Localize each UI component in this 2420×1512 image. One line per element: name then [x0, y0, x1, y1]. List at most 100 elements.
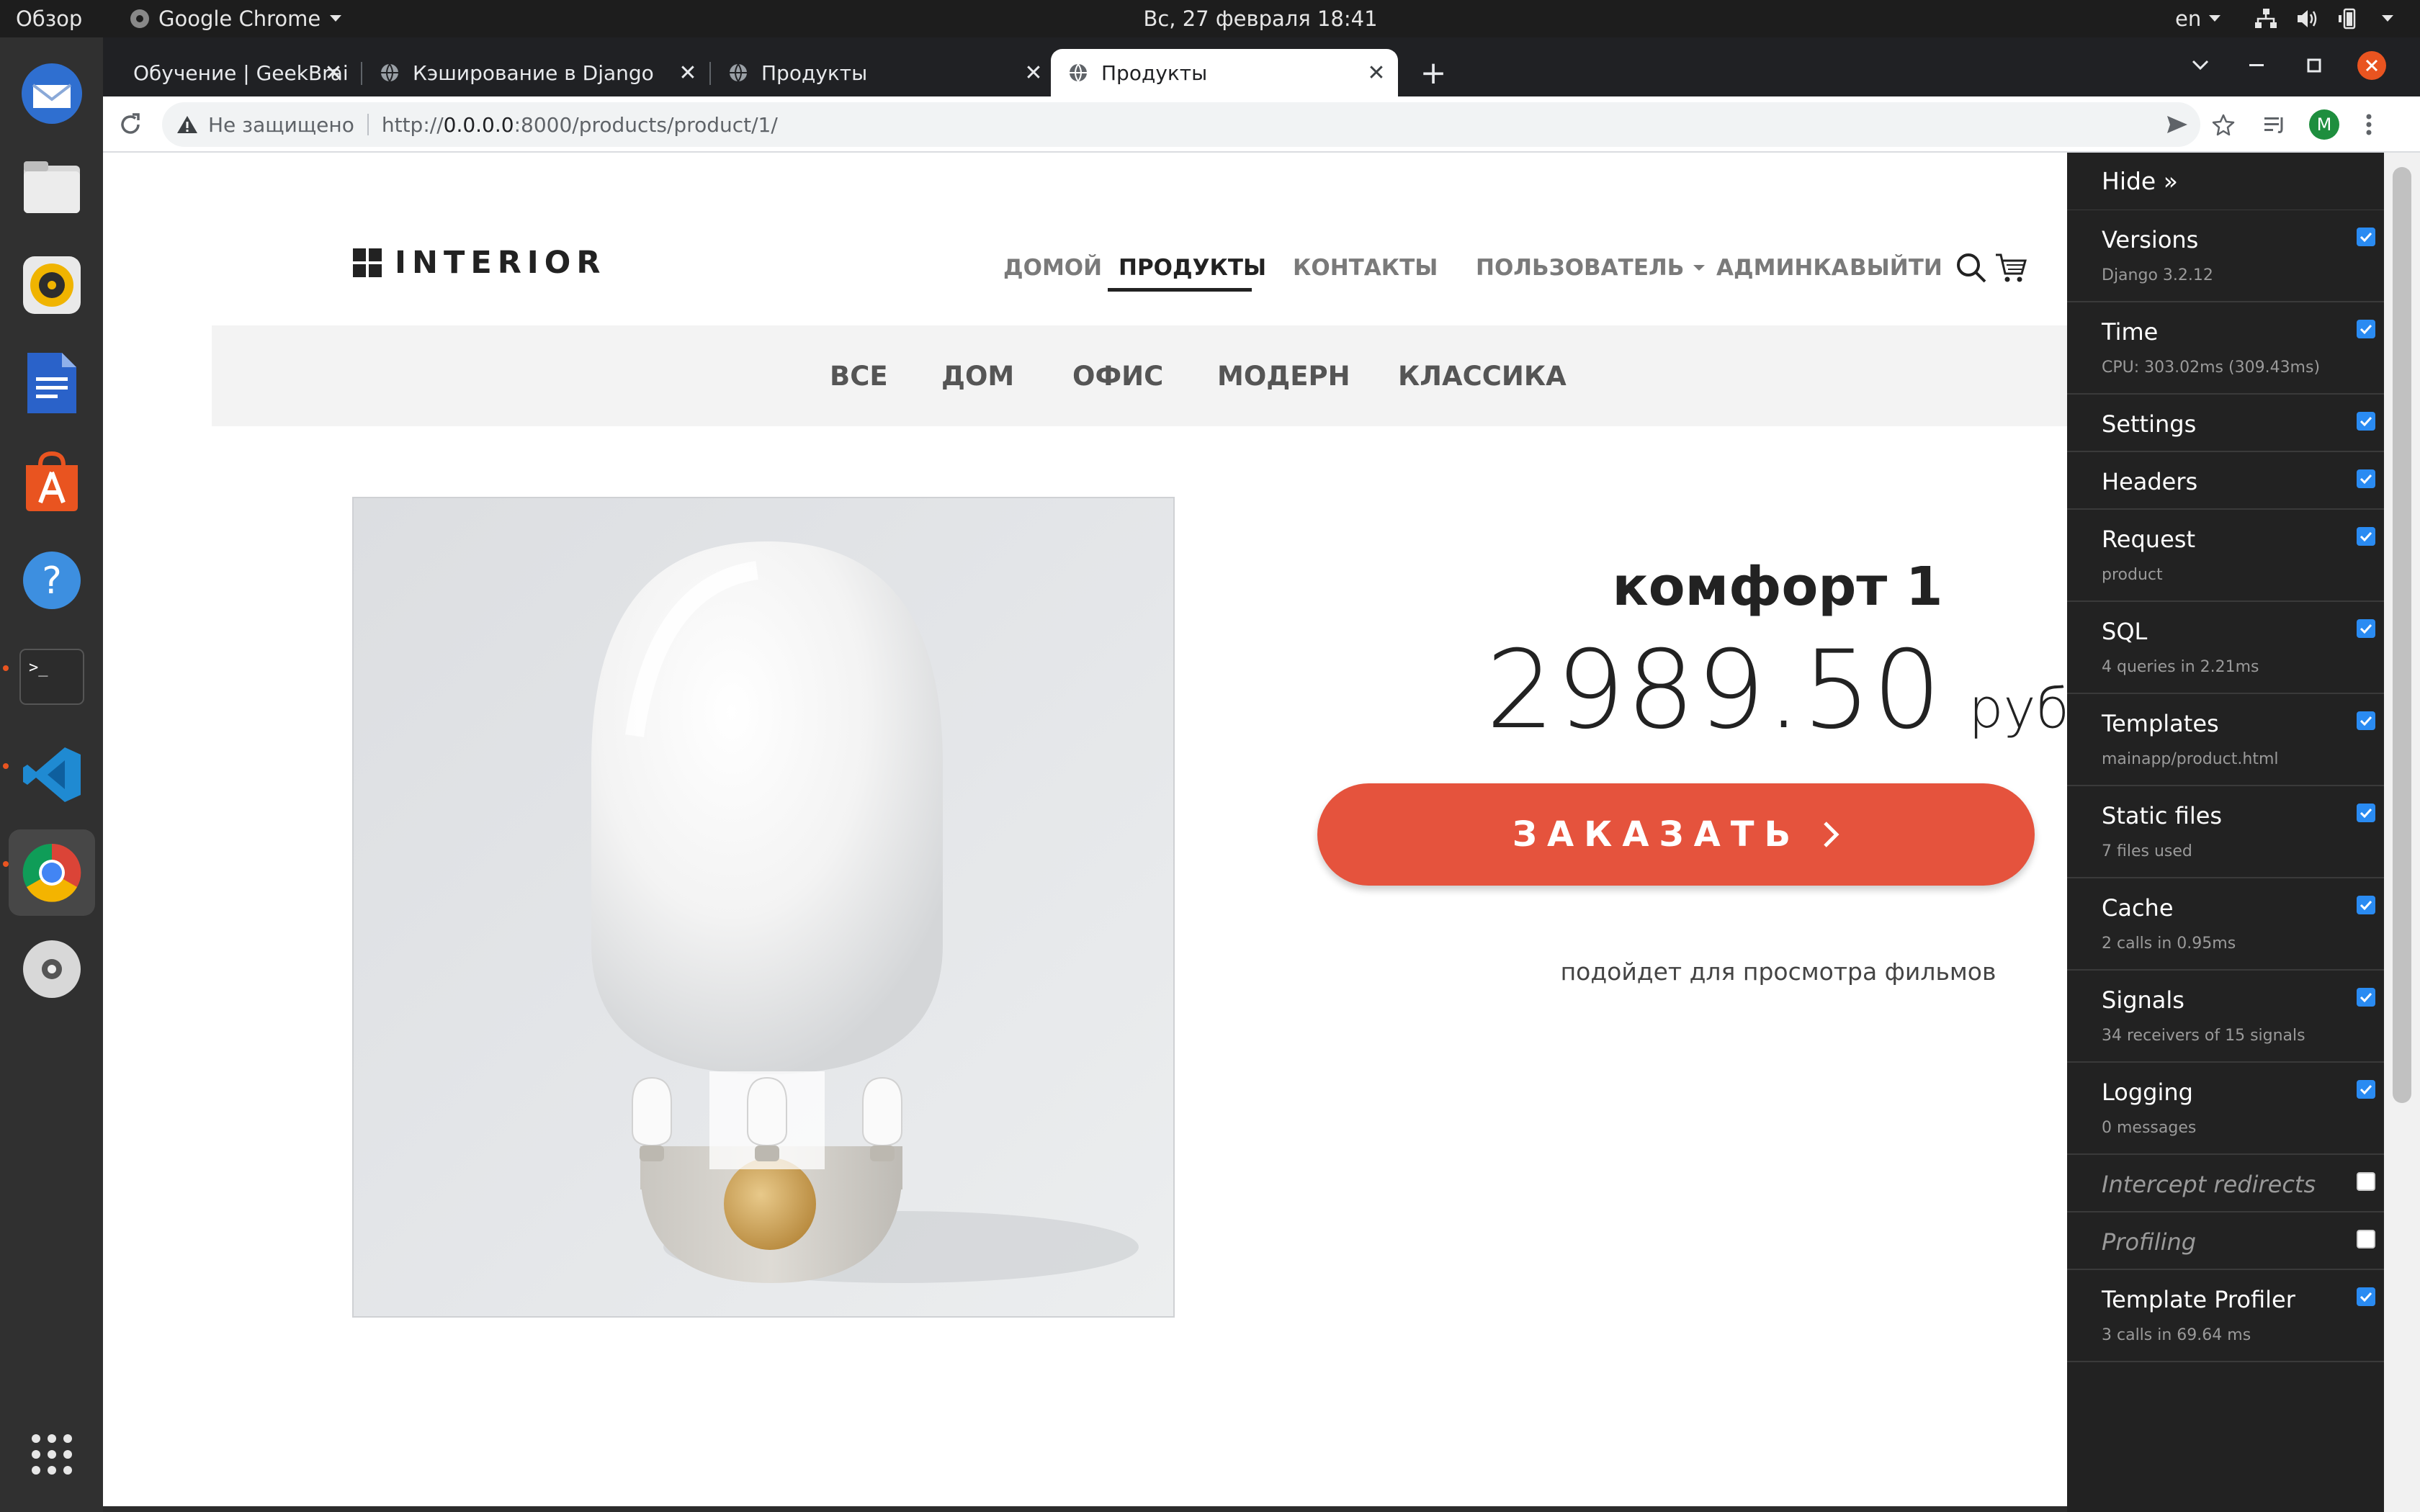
- close-window-button[interactable]: [2355, 49, 2388, 82]
- cart-icon: [1994, 252, 2027, 284]
- nav-home[interactable]: ДОМОЙ: [1003, 245, 1102, 291]
- new-tab-button[interactable]: +: [1415, 55, 1451, 91]
- djdt-panel-signals[interactable]: Signals 34 receivers of 15 signals: [2067, 971, 2384, 1063]
- panel-title: Versions: [2102, 226, 2199, 253]
- panel-checkbox[interactable]: [2357, 711, 2375, 730]
- security-chip[interactable]: Не защищено: [176, 113, 354, 137]
- thumbnail-selected[interactable]: [709, 1071, 825, 1169]
- page-scrollbar[interactable]: [2384, 153, 2420, 1512]
- files-app-icon: [21, 158, 83, 216]
- panel-checkbox[interactable]: [2357, 527, 2375, 546]
- dock-vscode[interactable]: [9, 732, 95, 818]
- language-menu[interactable]: en: [2175, 0, 2221, 37]
- order-button[interactable]: ЗАКАЗАТЬ: [1317, 783, 2035, 886]
- tab-geekbrains[interactable]: Обучение | GeekBrains - с ✕: [103, 49, 355, 96]
- chevron-down-icon: [2381, 14, 2394, 23]
- panel-checkbox[interactable]: [2357, 988, 2375, 1007]
- djdt-panel-request[interactable]: Request product: [2067, 510, 2384, 602]
- vscode-app-icon: [20, 743, 84, 806]
- category-classic[interactable]: КЛАССИКА: [1398, 325, 1567, 426]
- djdt-panel-versions[interactable]: Versions Django 3.2.12: [2067, 210, 2384, 302]
- panel-checkbox[interactable]: [2357, 412, 2375, 431]
- panel-checkbox[interactable]: [2357, 1287, 2375, 1306]
- djdt-panel-profiling[interactable]: Profiling: [2067, 1212, 2384, 1270]
- maximize-button[interactable]: [2298, 49, 2331, 82]
- djdt-panel-templates[interactable]: Templates mainapp/product.html: [2067, 694, 2384, 786]
- nav-logout[interactable]: ВЫЙТИ: [1850, 245, 1942, 291]
- tab-search-button[interactable]: [2184, 49, 2217, 82]
- category-home[interactable]: ДОМ: [941, 325, 1014, 426]
- tab-django-cache[interactable]: Кэширование в Django ✕: [362, 49, 709, 96]
- panel-checkbox[interactable]: [2357, 1080, 2375, 1099]
- panel-checkbox[interactable]: [2357, 896, 2375, 914]
- thumbnail[interactable]: [594, 1071, 709, 1169]
- nav-products[interactable]: ПРОДУКТЫ: [1119, 245, 1266, 291]
- dock-software[interactable]: [9, 438, 95, 524]
- panel-checkbox[interactable]: [2357, 619, 2375, 638]
- scrollbar-thumb[interactable]: [2393, 167, 2411, 1103]
- category-office[interactable]: ОФИС: [1072, 325, 1163, 426]
- send-to-device-button[interactable]: [2160, 107, 2195, 142]
- show-applications-button[interactable]: [9, 1411, 95, 1498]
- panel-checkbox[interactable]: [2357, 1230, 2375, 1248]
- category-modern[interactable]: МОДЕРН: [1217, 325, 1350, 426]
- svg-text:>_: >_: [29, 659, 48, 677]
- close-icon[interactable]: ✕: [1365, 60, 1388, 86]
- dock-writer[interactable]: [9, 340, 95, 426]
- product-image: [352, 497, 1175, 1318]
- address-bar[interactable]: Не защищено http://0.0.0.0:8000/products…: [162, 102, 2200, 147]
- close-icon[interactable]: ✕: [1022, 60, 1045, 86]
- tab-products-active[interactable]: Продукты ✕: [1051, 49, 1398, 96]
- profile-button[interactable]: M: [2307, 107, 2341, 142]
- cart-button[interactable]: [1994, 245, 2027, 291]
- nav-contacts[interactable]: КОНТАКТЫ: [1293, 245, 1438, 291]
- minimize-button[interactable]: [2240, 49, 2273, 82]
- omnibox-divider: [367, 114, 369, 135]
- panel-checkbox[interactable]: [2357, 804, 2375, 822]
- reading-list-button[interactable]: [2258, 107, 2293, 142]
- nav-admin[interactable]: АДМИНКА: [1716, 245, 1849, 291]
- djdt-panel-intercept-redirects[interactable]: Intercept redirects: [2067, 1155, 2384, 1212]
- system-menu[interactable]: [2254, 0, 2394, 37]
- thumbnail[interactable]: [825, 1071, 940, 1169]
- site-logo[interactable]: INTERIOR: [353, 245, 606, 281]
- djdt-panel-cache[interactable]: Cache 2 calls in 0.95ms: [2067, 878, 2384, 971]
- djdt-panel-template-profiler[interactable]: Template Profiler 3 calls in 69.64 ms: [2067, 1270, 2384, 1362]
- panel-title: Intercept redirects: [2102, 1171, 2316, 1198]
- djdt-panel-static-files[interactable]: Static files 7 files used: [2067, 786, 2384, 878]
- app-menu[interactable]: Google Chrome: [130, 0, 342, 37]
- reload-button[interactable]: [113, 107, 148, 142]
- panel-checkbox[interactable]: [2357, 1172, 2375, 1191]
- nav-user-dropdown[interactable]: ПОЛЬЗОВАТЕЛЬ: [1476, 245, 1706, 291]
- activities-button[interactable]: Обзор: [16, 0, 82, 37]
- close-icon[interactable]: ✕: [322, 60, 345, 86]
- caret-down-icon: [1693, 264, 1706, 272]
- panel-checkbox[interactable]: [2357, 320, 2375, 338]
- url-text[interactable]: http://0.0.0.0:8000/products/product/1/: [382, 113, 778, 137]
- djdt-hide-button[interactable]: Hide »: [2067, 153, 2384, 210]
- tab-products-1[interactable]: Продукты ✕: [711, 49, 1055, 96]
- djdt-panel-headers[interactable]: Headers: [2067, 452, 2384, 510]
- dock-chrome[interactable]: [9, 829, 95, 916]
- djdt-panel-sql[interactable]: SQL 4 queries in 2.21ms: [2067, 602, 2384, 694]
- bookmark-button[interactable]: [2206, 107, 2241, 142]
- chrome-menu-button[interactable]: [2352, 107, 2386, 142]
- price-value: 2989.50: [1485, 628, 1943, 753]
- djdt-panel-logging[interactable]: Logging 0 messages: [2067, 1063, 2384, 1155]
- close-icon[interactable]: ✕: [676, 60, 699, 86]
- dock-files[interactable]: [9, 144, 95, 230]
- dock-terminal[interactable]: >_: [9, 634, 95, 720]
- djdt-panel-settings[interactable]: Settings: [2067, 395, 2384, 452]
- dock-help[interactable]: ?: [9, 537, 95, 624]
- clock[interactable]: Вс, 27 февраля 18:41: [1143, 6, 1377, 31]
- dock-rhythmbox[interactable]: [9, 242, 95, 328]
- category-all[interactable]: ВСЕ: [830, 325, 888, 426]
- djdt-panel-time[interactable]: Time CPU: 303.02ms (309.43ms): [2067, 302, 2384, 395]
- panel-checkbox[interactable]: [2357, 228, 2375, 246]
- panel-title: Request: [2102, 526, 2195, 553]
- dock-dvd[interactable]: [9, 926, 95, 1012]
- dock-thunderbird[interactable]: [9, 50, 95, 137]
- panel-checkbox[interactable]: [2357, 469, 2375, 488]
- rhythmbox-app-icon: [21, 254, 83, 316]
- search-button[interactable]: [1955, 245, 1988, 291]
